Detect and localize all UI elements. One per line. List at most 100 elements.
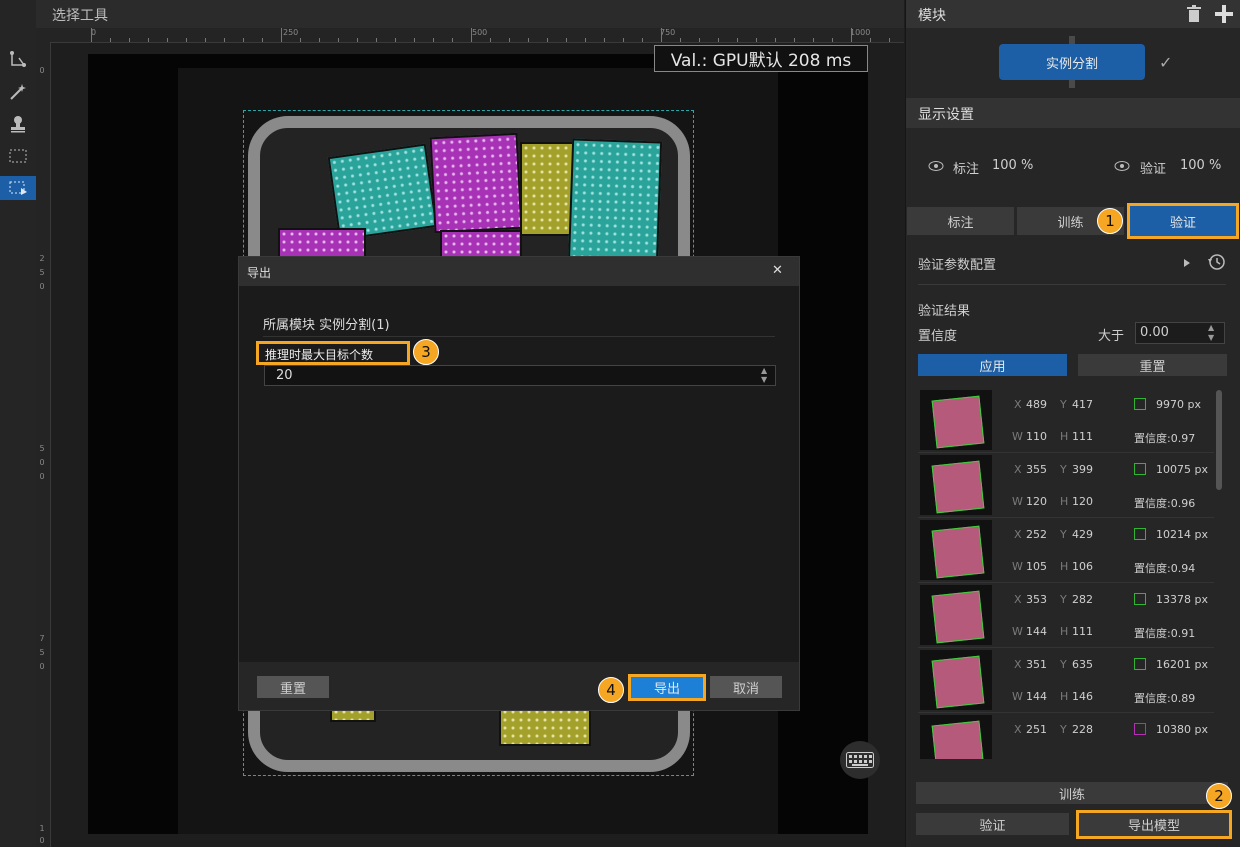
ruler-tick xyxy=(319,38,320,42)
ruler-label: 500 xyxy=(472,28,488,37)
result-row[interactable]: X 251 Y 228 10380 px xyxy=(918,713,1214,759)
ruler-label: 2 xyxy=(39,254,45,263)
magic-wand-icon[interactable] xyxy=(5,80,31,104)
validate-button[interactable]: 验证 xyxy=(916,813,1069,835)
ruler-tick xyxy=(433,38,434,42)
ruler-tick xyxy=(794,38,795,42)
apply-button[interactable]: 应用 xyxy=(918,354,1067,376)
ruler-tick xyxy=(737,38,738,42)
y-label: Y xyxy=(1060,398,1067,411)
dialog-reset-button[interactable]: 重置 xyxy=(257,676,329,698)
tab-validate[interactable]: 验证 xyxy=(1127,203,1239,239)
confidence-threshold-input[interactable]: 0.00 ▲ ▼ xyxy=(1135,322,1225,344)
result-row[interactable]: X 351 Y 635 16201 px W 144 H 146 置信度:0.89 xyxy=(918,648,1214,713)
x-label: X xyxy=(1014,658,1022,671)
ruler-tick xyxy=(281,28,282,42)
eye-icon[interactable] xyxy=(1114,160,1130,176)
w-value: 110 xyxy=(1026,430,1047,443)
ruler-tick xyxy=(376,38,377,42)
ruler-tick xyxy=(186,38,187,42)
result-thumbnail xyxy=(920,715,992,759)
dialog-export-button[interactable]: 导出 xyxy=(628,674,706,701)
display-settings-title: 显示设置 xyxy=(918,107,974,123)
result-object xyxy=(931,525,985,579)
spin-arrows-icon[interactable]: ▲ ▼ xyxy=(1208,323,1214,343)
ruler-label: 0 xyxy=(39,282,45,291)
module-node-instance-segmentation[interactable]: 实例分割 xyxy=(999,44,1145,80)
expand-arrow-icon[interactable] xyxy=(1183,257,1191,272)
result-thumbnail xyxy=(920,520,992,580)
h-label: H xyxy=(1060,495,1069,508)
ruler-tick xyxy=(547,38,548,42)
result-row[interactable]: X 353 Y 282 13378 px W 144 H 111 置信度:0.91 xyxy=(918,583,1214,648)
result-object xyxy=(931,590,985,644)
ruler-tick xyxy=(832,38,833,42)
ruler-tick xyxy=(604,38,605,42)
dialog-cancel-button[interactable]: 取消 xyxy=(710,676,782,698)
area-value: 10214 px xyxy=(1156,528,1208,541)
train-button[interactable]: 训练 xyxy=(916,782,1228,804)
rect-select-icon[interactable] xyxy=(5,144,31,168)
x-label: X xyxy=(1014,463,1022,476)
class-color-swatch xyxy=(1134,723,1146,735)
eye-icon[interactable] xyxy=(928,160,944,176)
dialog-title: 导出 xyxy=(247,266,272,280)
keyboard-icon[interactable] xyxy=(840,741,880,779)
w-label: W xyxy=(1012,495,1023,508)
ruler-tick xyxy=(699,38,700,42)
area-value: 10380 px xyxy=(1156,723,1208,736)
box-tool-icon[interactable] xyxy=(0,176,36,200)
history-icon[interactable] xyxy=(1208,253,1226,275)
w-label: W xyxy=(1012,430,1023,443)
ruler-tick xyxy=(110,38,111,42)
x-label: X xyxy=(1014,528,1022,541)
dialog-footer: 重置 4 导出 取消 xyxy=(239,662,799,710)
confidence-value: 置信度:0.91 xyxy=(1134,627,1196,640)
result-object xyxy=(931,460,985,514)
ruler-tick xyxy=(395,38,396,42)
h-value: 111 xyxy=(1072,625,1093,638)
step-badge-3: 3 xyxy=(413,339,439,365)
max-targets-input[interactable]: 20 ▲ ▼ xyxy=(264,365,776,386)
tool-title-bar: 选择工具 xyxy=(36,0,904,28)
h-value: 106 xyxy=(1072,560,1093,573)
w-value: 105 xyxy=(1026,560,1047,573)
validation-results-title: 验证结果 xyxy=(918,304,971,319)
ruler-tick xyxy=(813,38,814,42)
confidence-value: 置信度:0.96 xyxy=(1134,497,1196,510)
stamp-icon[interactable] xyxy=(5,112,31,136)
h-value: 120 xyxy=(1072,495,1093,508)
ruler-label: 7 xyxy=(39,634,45,643)
left-ruler: 0 2 5 0 5 0 0 7 5 0 1 0 xyxy=(36,42,51,847)
result-row[interactable]: X 355 Y 399 10075 px W 120 H 120 置信度:0.96 xyxy=(918,453,1214,518)
ruler-tick xyxy=(870,38,871,42)
check-icon: ✓ xyxy=(1159,53,1173,72)
results-scrollbar[interactable] xyxy=(1216,390,1222,490)
step-badge-4: 4 xyxy=(598,677,624,703)
result-row[interactable]: X 252 Y 429 10214 px W 105 H 106 置信度:0.94 xyxy=(918,518,1214,583)
spin-arrows-icon[interactable]: ▲ ▼ xyxy=(761,366,767,384)
ruler-label: 250 xyxy=(283,28,299,37)
w-label: W xyxy=(1012,560,1023,573)
export-model-button[interactable]: 导出模型 xyxy=(1076,810,1232,839)
polygon-tool-icon[interactable] xyxy=(5,48,31,72)
ruler-tick xyxy=(718,38,719,42)
y-label: Y xyxy=(1060,593,1067,606)
result-thumbnail xyxy=(920,650,992,710)
ruler-tick xyxy=(680,38,681,42)
add-icon[interactable] xyxy=(1214,4,1234,28)
validation-visibility-label: 验证 xyxy=(1140,162,1167,177)
tab-annotation[interactable]: 标注 xyxy=(907,207,1014,235)
x-value: 489 xyxy=(1026,398,1047,411)
tool-title: 选择工具 xyxy=(52,8,108,24)
annotation-opacity[interactable]: 100 % xyxy=(992,158,1033,173)
result-row[interactable]: X 489 Y 417 9970 px W 110 H 111 置信度:0.97 xyxy=(918,388,1214,453)
ruler-tick xyxy=(585,38,586,42)
close-icon[interactable]: ✕ xyxy=(772,263,783,278)
max-targets-label-frame: 推理时最大目标个数 xyxy=(256,341,410,365)
validation-opacity[interactable]: 100 % xyxy=(1180,158,1221,173)
trash-icon[interactable] xyxy=(1185,5,1203,27)
reset-button[interactable]: 重置 xyxy=(1078,354,1227,376)
x-value: 353 xyxy=(1026,593,1047,606)
ruler-tick xyxy=(623,38,624,42)
